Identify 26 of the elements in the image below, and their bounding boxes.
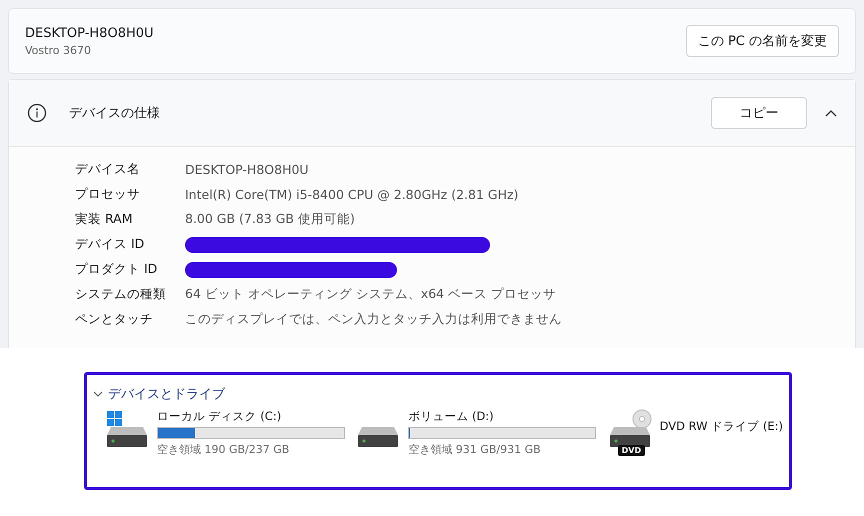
drive-name: ローカル ディスク (C:) bbox=[157, 409, 282, 424]
collapse-chevron-icon[interactable] bbox=[825, 109, 837, 117]
drive-name: DVD RW ドライブ (E:) bbox=[660, 419, 783, 434]
spec-label: 実装 RAM bbox=[75, 211, 134, 228]
spec-label: システムの種類 bbox=[75, 286, 167, 303]
spec-value: このディスプレイでは、ペン入力とタッチ入力は利用できません bbox=[185, 311, 562, 328]
drive-name: ボリューム (D:) bbox=[408, 409, 495, 424]
spec-value: 8.00 GB (7.83 GB 使用可能) bbox=[185, 211, 355, 228]
info-icon bbox=[27, 103, 47, 123]
copy-button[interactable]: コピー bbox=[711, 97, 807, 129]
spec-label: プロセッサ bbox=[75, 186, 141, 203]
spec-label: プロダクト ID bbox=[75, 261, 158, 278]
spec-value: 64 ビット オペレーティング システム、x64 ベース プロセッサ bbox=[185, 286, 556, 303]
spec-label: デバイス ID bbox=[75, 236, 146, 253]
chevron-icon bbox=[93, 391, 103, 397]
free-space: 空き領域 931 GB/931 GB bbox=[408, 442, 542, 457]
section-title: デバイスの仕様 bbox=[69, 105, 161, 122]
pc-model: Vostro 3670 bbox=[25, 44, 92, 56]
spec-value: DESKTOP-H8O8H0U bbox=[185, 162, 309, 177]
rename-pc-button[interactable]: この PC の名前を変更 bbox=[686, 25, 839, 57]
pc-name: DESKTOP-H8O8H0U bbox=[25, 26, 154, 40]
spec-label: ペンとタッチ bbox=[75, 311, 154, 328]
spec-value: Intel(R) Core(TM) i5-8400 CPU @ 2.80GHz (2.81 GHz) bbox=[185, 187, 518, 202]
spec-label: デバイス名 bbox=[75, 161, 141, 178]
free-space: 空き領域 190 GB/237 GB bbox=[157, 442, 290, 457]
drives-group-header[interactable]: デバイスとドライブ bbox=[93, 385, 225, 403]
